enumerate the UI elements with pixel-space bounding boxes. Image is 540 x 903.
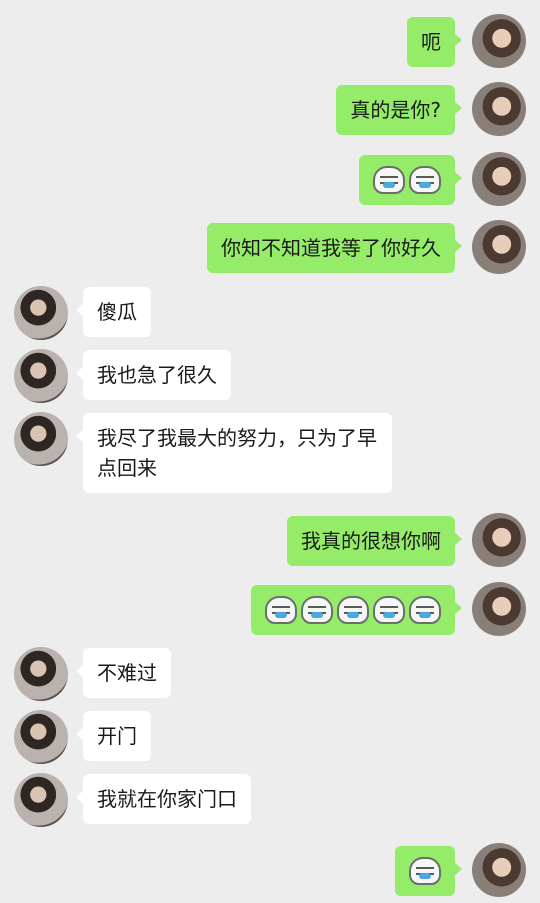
message-bubble-sent[interactable]: 你知不知道我等了你好久: [207, 223, 462, 273]
contact-avatar-her[interactable]: [472, 843, 526, 897]
contact-avatar-him[interactable]: [14, 710, 68, 764]
emoji-message-sent[interactable]: [395, 846, 462, 896]
message-bubble-received[interactable]: 我也急了很久: [76, 350, 231, 400]
contact-avatar-her[interactable]: [472, 82, 526, 136]
message-text: 开门: [97, 724, 137, 748]
message-text: 傻瓜: [97, 300, 137, 324]
message-text: 我尽了我最大的努力，只为了早点回来: [97, 426, 377, 480]
message-bubble-received[interactable]: 不难过: [76, 648, 171, 698]
message-bubble-received[interactable]: 我尽了我最大的努力，只为了早点回来: [76, 413, 392, 493]
crying-emoji-icon: [265, 596, 297, 624]
contact-avatar-him[interactable]: [14, 773, 68, 827]
crying-emoji-icon: [301, 596, 333, 624]
message-bubble-received[interactable]: 开门: [76, 711, 151, 761]
crying-emoji-icon: [373, 596, 405, 624]
crying-emoji-icon: [409, 166, 441, 194]
emoji-message-sent[interactable]: [359, 155, 462, 205]
message-bubble-sent[interactable]: 呃: [407, 17, 462, 67]
message-bubble-received[interactable]: 傻瓜: [76, 287, 151, 337]
message-bubble-received[interactable]: 我就在你家门口: [76, 774, 251, 824]
message-bubble-sent[interactable]: 真的是你?: [336, 85, 462, 135]
contact-avatar-him[interactable]: [14, 286, 68, 340]
contact-avatar-her[interactable]: [472, 14, 526, 68]
contact-avatar-him[interactable]: [14, 349, 68, 403]
message-text: 我也急了很久: [97, 363, 217, 387]
crying-emoji-icon: [373, 166, 405, 194]
contact-avatar-him[interactable]: [14, 412, 68, 466]
message-text: 你知不知道我等了你好久: [221, 236, 441, 260]
message-text: 我真的很想你啊: [301, 529, 441, 553]
contact-avatar-him[interactable]: [14, 647, 68, 701]
contact-avatar-her[interactable]: [472, 513, 526, 567]
crying-emoji-icon: [409, 857, 441, 885]
message-text: 呃: [421, 30, 441, 54]
message-text: 不难过: [97, 661, 157, 685]
contact-avatar-her[interactable]: [472, 220, 526, 274]
message-text: 真的是你?: [350, 98, 441, 122]
message-text: 我就在你家门口: [97, 787, 237, 811]
message-bubble-sent[interactable]: 我真的很想你啊: [287, 516, 462, 566]
contact-avatar-her[interactable]: [472, 582, 526, 636]
contact-avatar-her[interactable]: [472, 152, 526, 206]
emoji-message-sent[interactable]: [251, 585, 462, 635]
crying-emoji-icon: [409, 596, 441, 624]
crying-emoji-icon: [337, 596, 369, 624]
